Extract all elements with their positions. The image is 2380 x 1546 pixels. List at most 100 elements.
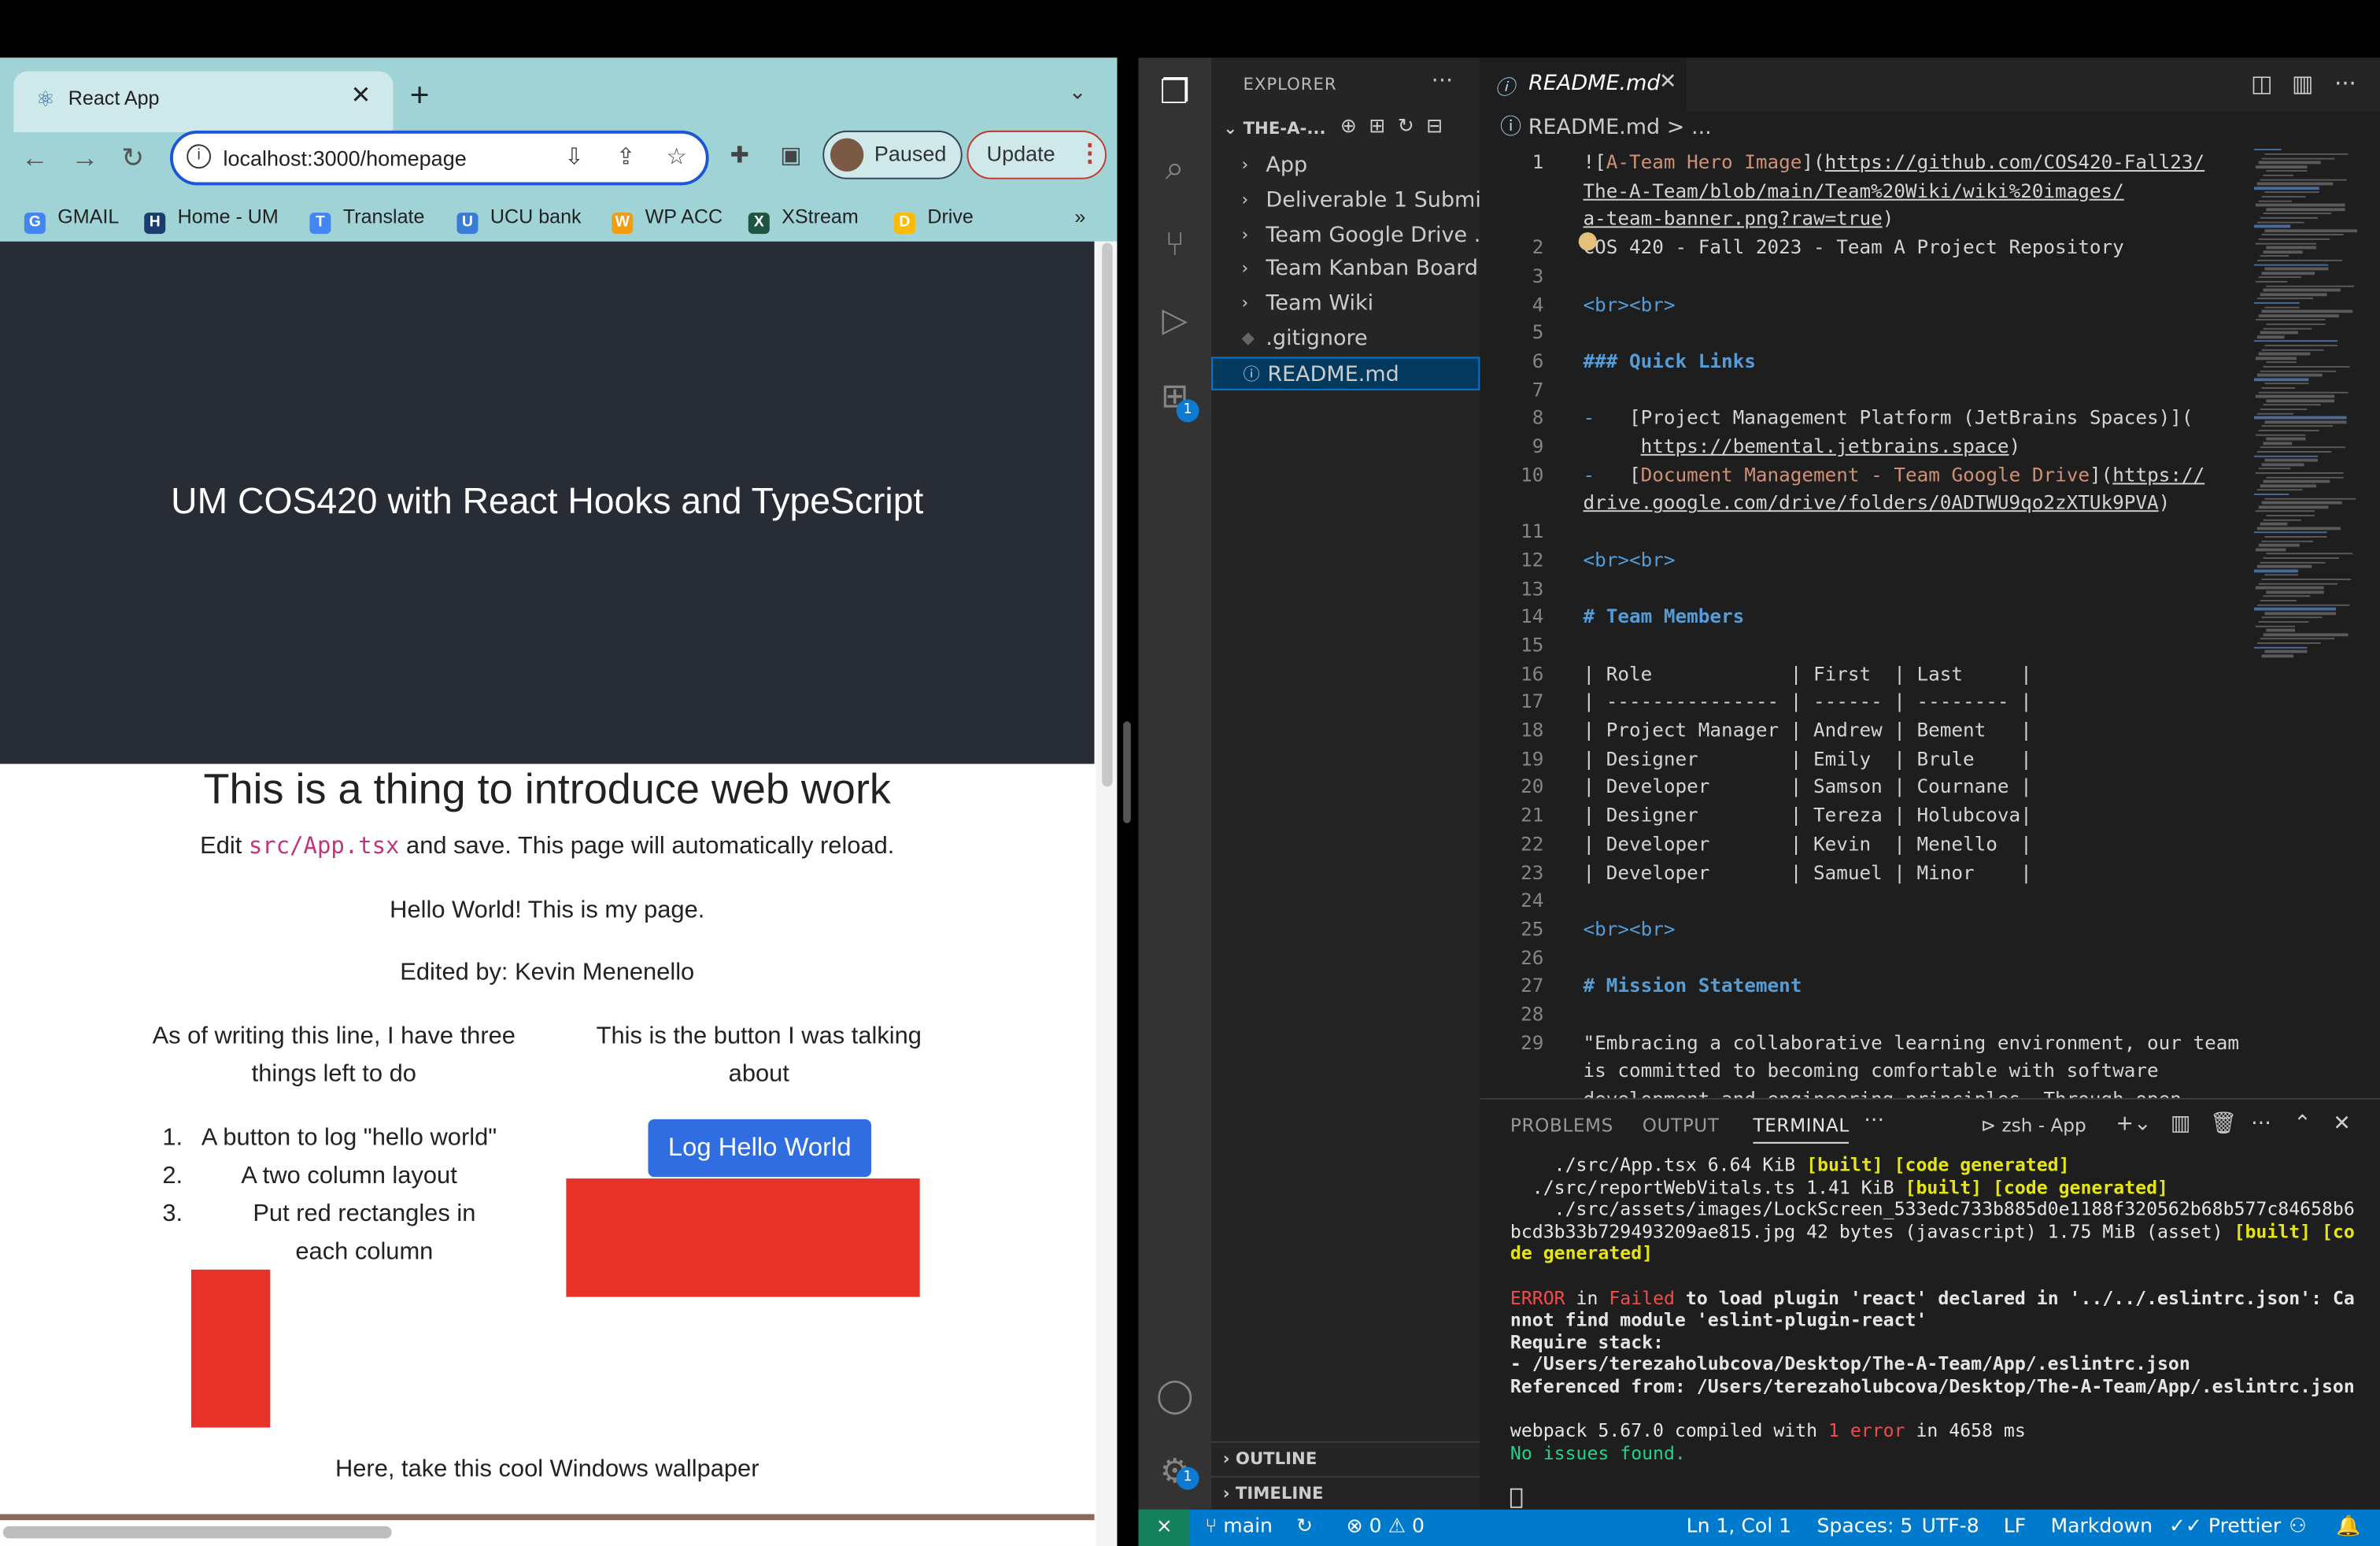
encoding[interactable]: UTF-8 (1922, 1510, 1979, 1546)
bookmark-star-icon[interactable]: ☆ (667, 142, 687, 173)
terminal-selector[interactable]: ⊳ zsh - App (1981, 1115, 2086, 1136)
workspace-root[interactable]: ⌄ THE-A-... (1223, 118, 1325, 138)
terminal-cursor (1510, 1488, 1523, 1508)
code-editor[interactable]: 1 ![A-Team Hero Image](https://github.com… (1480, 149, 2254, 1110)
add-terminal-icon[interactable]: +⌄ (2116, 1111, 2151, 1136)
remote-icon[interactable]: ⨯ (1138, 1509, 1190, 1546)
close-panel-icon[interactable]: ✕ (2333, 1111, 2351, 1136)
explorer-actions[interactable]: ⊕⊞↻⊟ (1340, 116, 1455, 139)
horizontal-scroll-thumb[interactable] (2, 1526, 392, 1539)
preview-icon[interactable]: ◫ (2251, 70, 2272, 98)
extensions-icon[interactable]: ✚ (730, 141, 749, 172)
tree-file[interactable]: ◆ .gitignore (1211, 322, 1480, 355)
feedback-icon[interactable]: ⚇ (2289, 1510, 2306, 1546)
split-editor-icon[interactable]: ▥ (2292, 70, 2313, 98)
lightbulb-icon[interactable] (1578, 232, 1597, 251)
language-mode[interactable]: Markdown (2050, 1510, 2152, 1546)
search-icon[interactable]: ⌕ (1154, 149, 1196, 191)
tree-folder[interactable]: › Team Wiki (1211, 287, 1480, 320)
more-actions-icon[interactable]: ··· (1864, 1108, 1884, 1133)
timeline-section[interactable]: › TIMELINE (1210, 1476, 1480, 1509)
minimap-line (2256, 412, 2294, 415)
more-actions-icon[interactable]: ··· (1432, 67, 1454, 94)
minimap-line (2266, 208, 2345, 211)
minimap-line (2258, 429, 2319, 432)
bookmark-item[interactable]: T Translate (309, 202, 424, 235)
run-debug-icon[interactable]: ▷ (1154, 301, 1196, 343)
side-panel-icon[interactable]: ▣ (780, 141, 801, 172)
bookmark-item[interactable]: W WP ACC (612, 202, 722, 235)
branch-indicator[interactable]: ⑂ main (1205, 1510, 1273, 1546)
chevron-right-icon: › (1241, 224, 1249, 244)
update-button[interactable]: Update ⋮ (966, 130, 1107, 179)
vertical-scroll-thumb[interactable] (1102, 242, 1113, 787)
profile-button[interactable]: Paused (822, 130, 963, 179)
terminal-line: Referenced from: /Users/terezaholubcova/… (1510, 1375, 2355, 1397)
url-text[interactable]: localhost:3000/homepage (223, 144, 466, 172)
minimap-line (2261, 540, 2314, 542)
tree-file[interactable]: ⓘ README.md (1210, 356, 1480, 390)
site-info-icon[interactable]: i (187, 144, 212, 169)
bookmarks-overflow[interactable]: » (1074, 202, 1085, 233)
log-hello-world-button[interactable]: Log Hello World (648, 1119, 871, 1178)
code-line: drive.google.com/drive/folders/0ADTWU9qo… (1583, 490, 2171, 514)
minimap-line (2263, 595, 2311, 597)
browser-tab[interactable]: ⚛ React App ✕ (13, 71, 394, 132)
minimap-line (2260, 561, 2326, 564)
minimap-line (2260, 484, 2316, 487)
bookmark-item[interactable]: D Drive (893, 202, 974, 235)
tab-readme[interactable]: ⓘ README.md ✕ (1480, 57, 1687, 111)
more-actions-icon[interactable]: ··· (2334, 70, 2356, 98)
tab-problems[interactable]: PROBLEMS (1510, 1115, 1613, 1136)
account-icon[interactable]: ◯ (1154, 1376, 1196, 1418)
eol[interactable]: LF (2004, 1510, 2026, 1546)
tab-output[interactable]: OUTPUT (1643, 1115, 1720, 1136)
tree-folder[interactable]: › App (1211, 149, 1480, 182)
tree-folder[interactable]: › Deliverable 1 Submis... (1211, 183, 1480, 216)
maximize-panel-icon[interactable]: ⌃ (2293, 1111, 2312, 1136)
problems-indicator[interactable]: ⊗ 0 ⚠ 0 (1347, 1510, 1425, 1546)
bookmark-item[interactable]: H Home - UM (144, 202, 279, 235)
notifications-icon[interactable]: 🔔 (2336, 1510, 2360, 1546)
minimap-line (2256, 565, 2312, 568)
back-icon[interactable]: ← (21, 141, 49, 174)
minimap[interactable] (2253, 149, 2358, 1090)
minimap-line (2258, 583, 2338, 585)
close-icon[interactable]: ✕ (1659, 70, 1677, 94)
explorer-title: EXPLORER (1243, 74, 1337, 94)
close-tab-icon[interactable]: ✕ (350, 80, 371, 113)
sync-icon[interactable]: ↻ (1296, 1510, 1313, 1546)
bookmark-item[interactable]: G GMAIL (24, 202, 119, 235)
cursor-position[interactable]: Ln 1, Col 1 (1687, 1510, 1791, 1546)
minimap-line (2266, 399, 2335, 402)
line-number: 15 (1521, 633, 1544, 656)
new-tab-icon[interactable]: + (410, 76, 430, 115)
address-bar[interactable]: i localhost:3000/homepage ⇩ ⇪ ☆ (169, 130, 709, 186)
bookmark-item[interactable]: X XStream (748, 202, 859, 235)
split-resize-handle[interactable] (1123, 721, 1131, 823)
hello-text: Hello World! This is my page. (390, 897, 705, 923)
install-icon[interactable]: ⇩ (564, 142, 583, 173)
code-line: | Designer | Tereza | Holubcova| (1583, 803, 2032, 827)
share-icon[interactable]: ⇪ (616, 142, 635, 173)
forward-icon[interactable]: → (72, 141, 99, 174)
terminal-output[interactable]: ./src/App.tsx 6.64 KiB [built] [code gen… (1510, 1154, 2360, 1464)
more-actions-icon[interactable]: ··· (2251, 1111, 2271, 1136)
outline-section[interactable]: › OUTLINE (1210, 1441, 1480, 1474)
trash-icon[interactable]: 🗑 (2210, 1111, 2237, 1136)
minimap-line (2264, 574, 2298, 576)
tree-folder[interactable]: › Team Google Drive ... (1211, 218, 1480, 251)
formatter[interactable]: ✓✓ Prettier (2169, 1510, 2281, 1546)
source-control-icon[interactable]: ⑂ (1154, 225, 1196, 268)
indentation[interactable]: Spaces: 5 (1816, 1510, 1913, 1546)
minimap-line (2253, 608, 2337, 611)
bookmark-item[interactable]: U UCU bank (456, 202, 582, 235)
tab-search-icon[interactable]: ⌄ (1069, 79, 1087, 105)
tree-folder[interactable]: › Team Kanban Board ... (1211, 253, 1480, 286)
minimap-line (2261, 386, 2295, 390)
reload-icon[interactable]: ↻ (121, 141, 144, 174)
tab-terminal[interactable]: TERMINAL (1753, 1115, 1850, 1144)
minimap-line (2258, 353, 2311, 356)
files-icon[interactable]: ❐ (1154, 73, 1196, 116)
split-terminal-icon[interactable]: ▥ (2171, 1111, 2191, 1136)
